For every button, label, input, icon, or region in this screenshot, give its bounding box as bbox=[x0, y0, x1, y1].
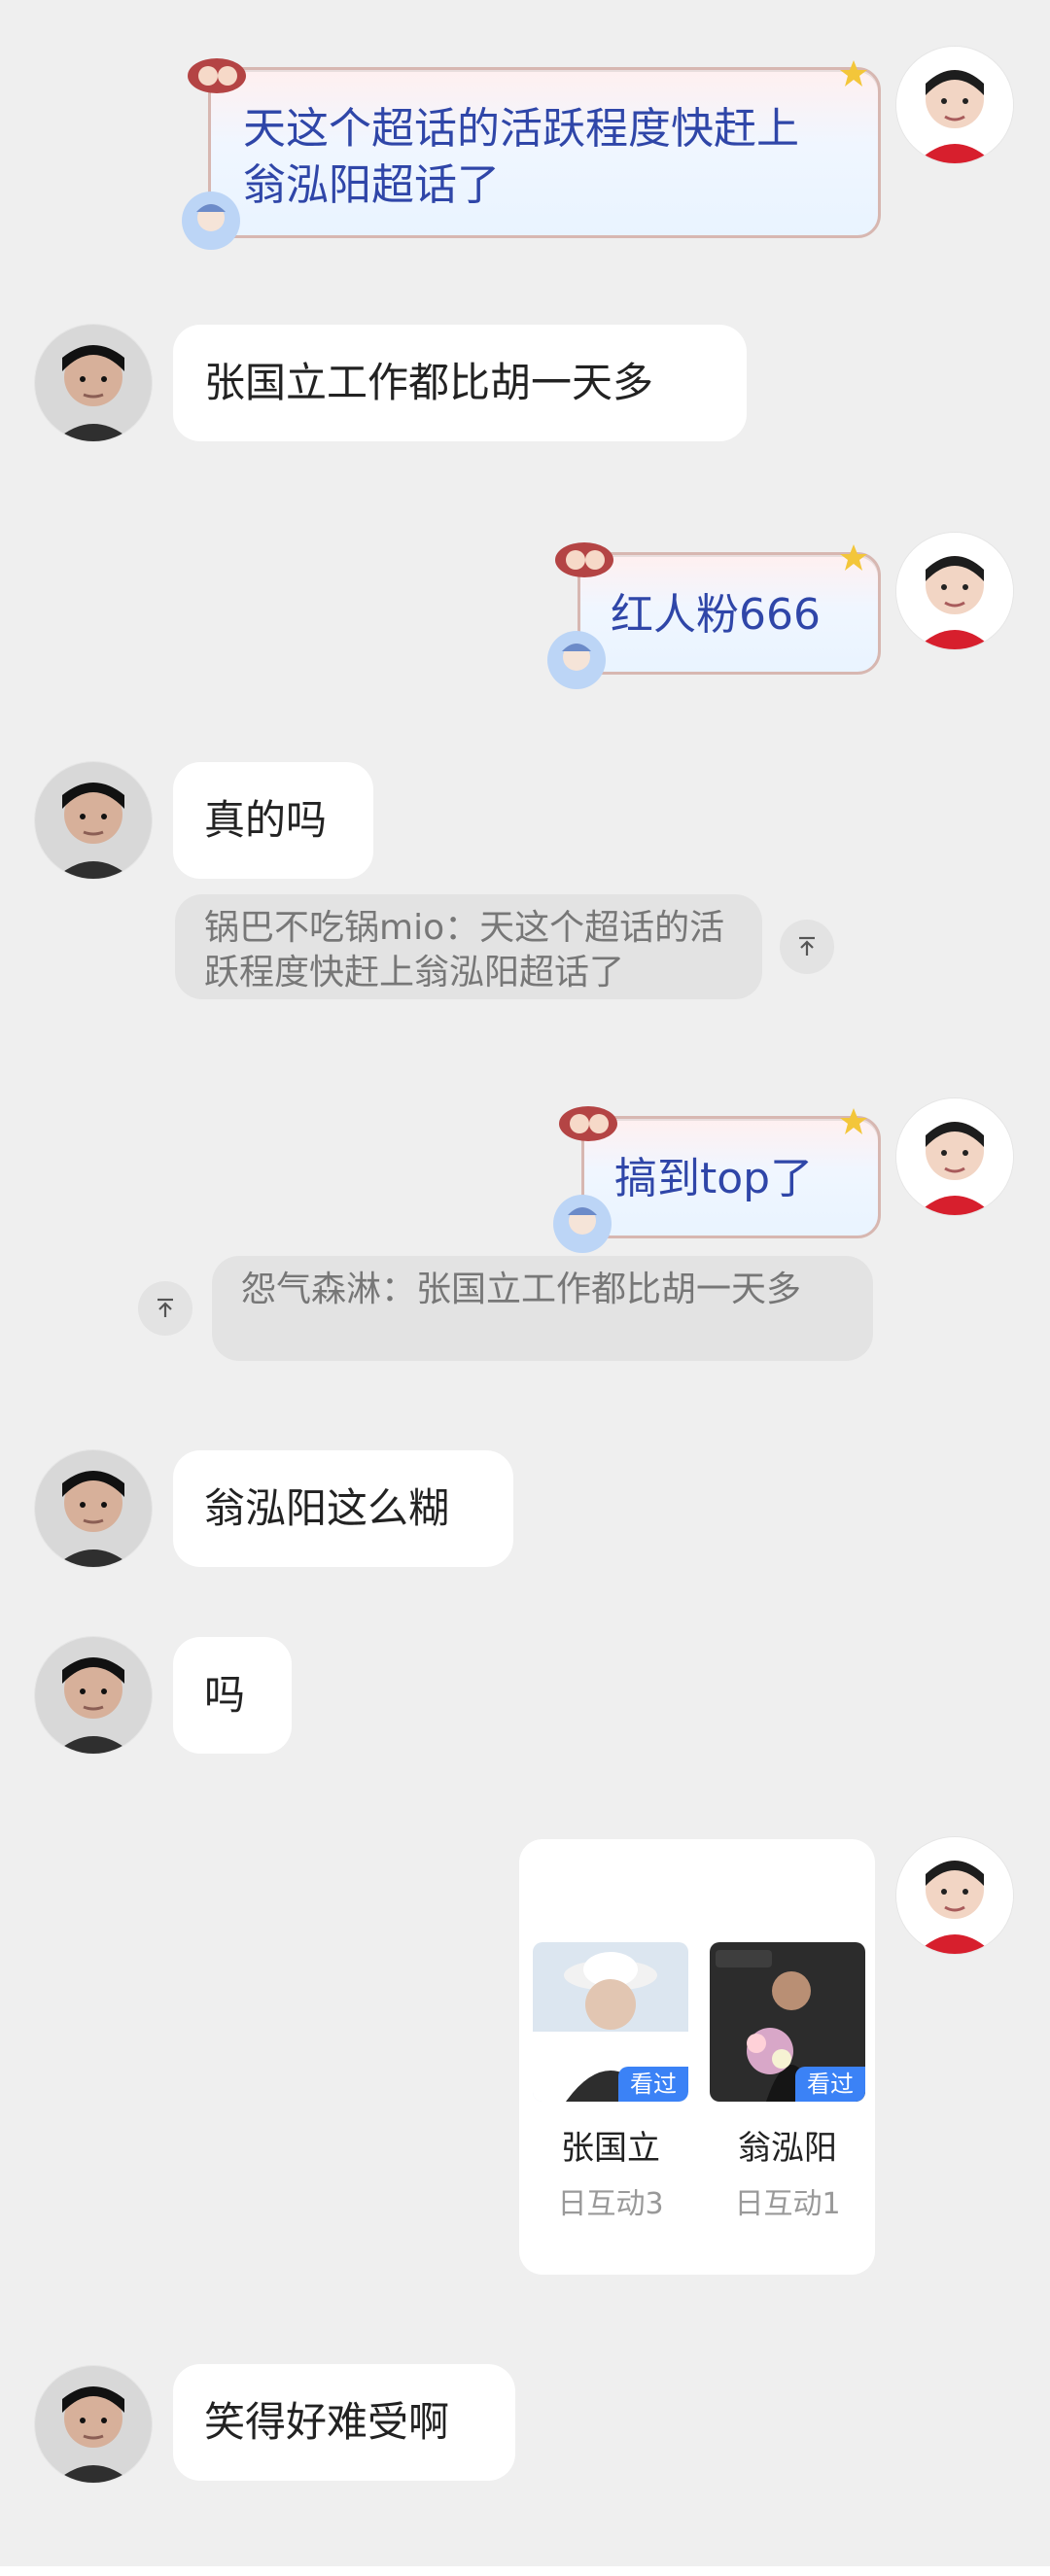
message-bubble[interactable]: 吗 bbox=[173, 1637, 292, 1754]
message-text: 搞到top了 bbox=[614, 1154, 814, 1203]
quote-jump-button[interactable] bbox=[138, 1281, 192, 1336]
person-name[interactable]: 张国立 bbox=[523, 2121, 698, 2169]
avatar[interactable] bbox=[896, 1837, 1013, 1954]
seen-badge: 看过 bbox=[795, 2067, 865, 2102]
avatar[interactable] bbox=[35, 1450, 152, 1567]
message-bubble[interactable]: 笑得好难受啊 bbox=[173, 2364, 515, 2481]
person-image[interactable]: 看过 bbox=[533, 1942, 688, 2102]
avatar[interactable] bbox=[896, 47, 1013, 163]
avatar[interactable] bbox=[35, 762, 152, 879]
message-text: 天这个超话的活跃程度快赶上翁泓阳超话了 bbox=[243, 104, 799, 210]
avatar[interactable] bbox=[896, 1098, 1013, 1215]
up-arrow-icon bbox=[158, 1298, 173, 1317]
message-text: 红人粉666 bbox=[611, 590, 821, 640]
quote-jump-button[interactable] bbox=[780, 920, 834, 974]
bottom-strip bbox=[0, 2566, 1050, 2576]
person-metric: 日互动1 bbox=[734, 2187, 841, 2221]
avatar[interactable] bbox=[35, 1637, 152, 1754]
avatar[interactable] bbox=[35, 325, 152, 441]
up-arrow-icon bbox=[799, 936, 815, 956]
ranking-card[interactable]: 看过 看过 张国立 日互动3 翁泓阳 日互动1 bbox=[519, 1839, 875, 2275]
quote-reference[interactable]: 怨气森淋：张国立工作都比胡一天多 bbox=[212, 1256, 873, 1361]
person-name[interactable]: 翁泓阳 bbox=[700, 2121, 875, 2169]
message-bubble[interactable]: 张国立工作都比胡一天多 bbox=[173, 325, 747, 441]
message-bubble[interactable]: 真的吗 bbox=[173, 762, 373, 879]
avatar[interactable] bbox=[896, 533, 1013, 649]
message-bubble[interactable]: 翁泓阳这么糊 bbox=[173, 1450, 513, 1567]
quote-reference[interactable]: 锅巴不吃锅mio：天这个超话的活跃程度快赶上翁泓阳超话了 bbox=[175, 894, 762, 999]
avatar[interactable] bbox=[35, 2366, 152, 2483]
person-image[interactable]: 看过 bbox=[710, 1942, 865, 2102]
person-metric: 日互动3 bbox=[557, 2187, 664, 2221]
seen-badge: 看过 bbox=[618, 2067, 688, 2102]
